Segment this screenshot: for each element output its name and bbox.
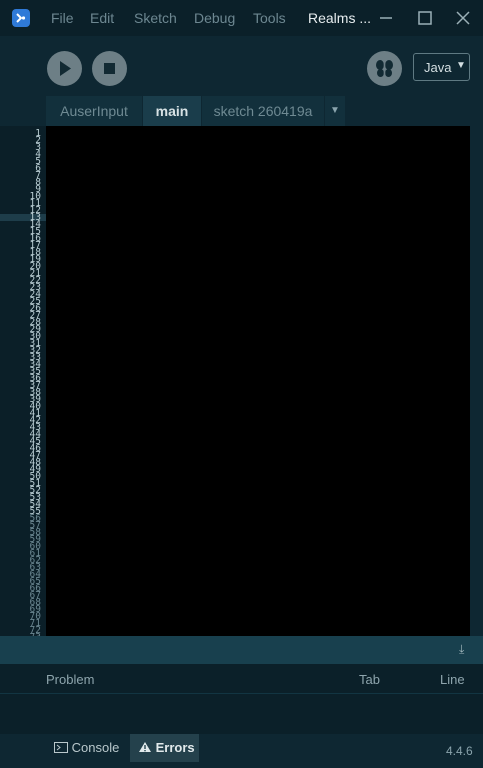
play-icon [60, 61, 71, 76]
butterfly-icon [376, 60, 393, 77]
console-tab[interactable]: Console [46, 734, 128, 762]
column-line[interactable]: Line [440, 672, 465, 687]
bottom-bar: Console Errors 4.4.6 [0, 734, 483, 768]
problems-panel: Problem Tab Line [0, 664, 483, 734]
menu-edit[interactable]: Edit [90, 10, 114, 26]
maximize-icon[interactable] [415, 8, 435, 28]
run-button[interactable] [47, 51, 82, 86]
menu-sketch[interactable]: Sketch [134, 10, 177, 26]
menu-tools[interactable]: Tools [253, 10, 286, 26]
tab-main[interactable]: main [143, 96, 201, 126]
title-bar: File Edit Sketch Debug Tools Realms ... [0, 0, 483, 36]
warning-icon [139, 742, 151, 752]
sketch-tabs: AuserInput main sketch 260419a ▼ [0, 96, 483, 126]
chevron-down-icon: ▼ [456, 60, 466, 71]
vertical-scrollbar[interactable] [470, 126, 483, 636]
code-editor[interactable]: 1 2 3 4 5 6 7 8 9 10 11 12 13 14 15 16 17 18 19 20 21 22 23 24 2… [0, 126, 470, 642]
window-title: Realms ... [308, 10, 372, 26]
version-label: 4.4.6 [446, 744, 473, 758]
errors-label: Errors [155, 740, 195, 755]
debug-button[interactable] [367, 51, 402, 86]
menu-debug[interactable]: Debug [194, 10, 235, 26]
problems-header: Problem Tab Line [0, 664, 483, 694]
processing-app-icon [12, 9, 30, 27]
status-bar: ⤓ [0, 636, 483, 664]
console-label: Console [71, 740, 120, 755]
menu-file[interactable]: File [51, 10, 74, 26]
mode-label: Java [424, 60, 452, 75]
tabs-menu-icon[interactable]: ▼ [325, 96, 345, 126]
column-problem[interactable]: Problem [46, 672, 94, 687]
tab-auserinput[interactable]: AuserInput [46, 96, 142, 126]
console-icon [54, 742, 68, 753]
close-icon[interactable] [453, 8, 473, 28]
stop-icon [104, 63, 115, 74]
column-tab[interactable]: Tab [359, 672, 380, 687]
stop-button[interactable] [92, 51, 127, 86]
tab-sketch-260419a[interactable]: sketch 260419a [202, 96, 324, 126]
scroll-down-icon[interactable]: ⤓ [459, 642, 464, 657]
mode-selector[interactable]: Java ▼ [413, 53, 470, 81]
minimize-icon[interactable] [376, 8, 396, 28]
line-number-gutter: 1 2 3 4 5 6 7 8 9 10 11 12 13 14 15 16 17 18 19 20 21 22 23 24 2… [0, 126, 46, 642]
toolbar: Java ▼ [0, 36, 483, 96]
errors-tab[interactable]: Errors [130, 734, 199, 762]
